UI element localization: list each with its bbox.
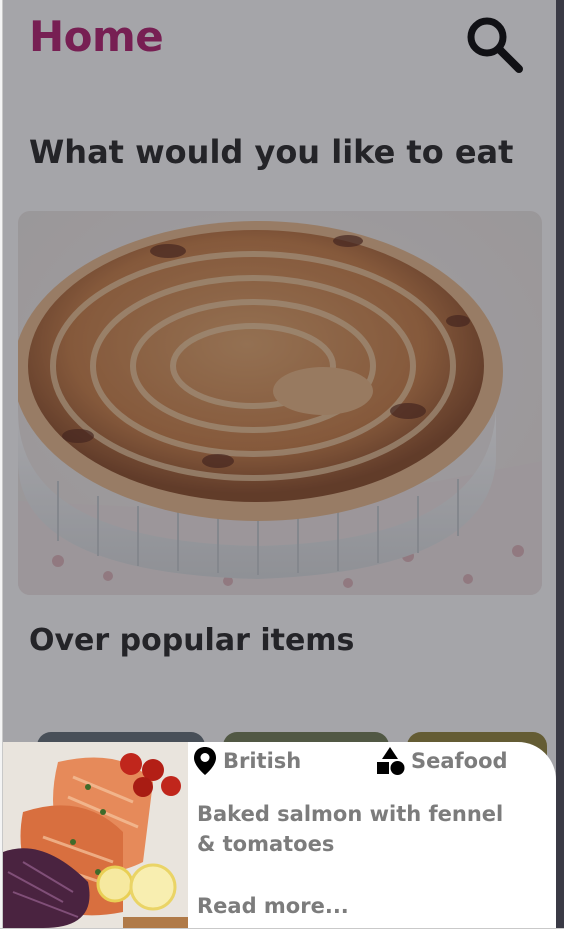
dish-title: Baked salmon with fennel & tomatoes [197,802,504,856]
page-title: Home [29,12,164,61]
category-label: Seafood [411,749,508,773]
featured-food-image[interactable] [18,211,542,595]
dish-image[interactable] [3,742,188,928]
scrollbar[interactable] [556,0,564,935]
section-heading-question: What would you like to eat [29,133,514,171]
search-button[interactable] [463,13,523,73]
search-icon [467,17,523,73]
location-pin-icon [194,747,216,775]
region-label: British [223,749,302,773]
shapes-icon [377,747,405,775]
region-tag: British [193,746,301,776]
category-tag: Seafood [375,746,508,776]
read-more-link[interactable]: Read more... [197,894,349,918]
section-heading-popular: Over popular items [29,623,355,658]
bottom-sheet: British Seafood Baked salmon with fennel… [3,742,556,928]
